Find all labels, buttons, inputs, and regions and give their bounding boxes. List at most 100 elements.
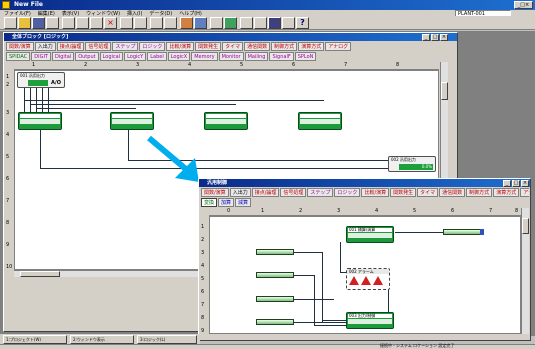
output-block[interactable]: 002 汎用出力 0.0% bbox=[388, 156, 436, 172]
front-tab-contact[interactable]: 接点/論理 bbox=[251, 188, 280, 197]
front-tab-logic[interactable]: ロジック bbox=[334, 188, 361, 197]
open-folder-icon[interactable] bbox=[18, 17, 31, 29]
back-tab-func[interactable]: 関数/演算 bbox=[6, 42, 34, 51]
back-vscroll-thumb[interactable] bbox=[441, 82, 448, 100]
front-tab-analog[interactable]: アナログ bbox=[520, 188, 529, 197]
app-window-controls[interactable]: _□× bbox=[514, 1, 533, 9]
help-icon[interactable]: ? bbox=[296, 17, 309, 29]
front-vscroll[interactable] bbox=[521, 208, 529, 334]
table-icon[interactable] bbox=[254, 17, 267, 29]
paste-icon[interactable] bbox=[90, 17, 103, 29]
front-tab-calc[interactable]: 演算方式 bbox=[493, 188, 520, 197]
front-subtab-add[interactable]: 加算 bbox=[218, 198, 235, 207]
back-subtab[interactable]: Digital bbox=[51, 52, 75, 61]
back-window-close[interactable]: × bbox=[440, 34, 448, 41]
mdi-task-1[interactable]: 1:プロジェクト(W) bbox=[3, 335, 67, 344]
back-row-number: 3 bbox=[6, 110, 10, 116]
front-subtab-convert[interactable]: 変換 bbox=[201, 198, 218, 207]
back-tab-signal[interactable]: 信号処理 bbox=[85, 42, 112, 51]
status-text: 接続中 - システム ロケーション 設定完了 bbox=[380, 343, 455, 348]
back-tab-compare[interactable]: 比較/演算 bbox=[166, 42, 195, 51]
wire bbox=[40, 168, 388, 169]
back-subtab[interactable]: Label bbox=[147, 52, 167, 61]
back-subtab[interactable]: Memory bbox=[191, 52, 218, 61]
cut-icon[interactable] bbox=[62, 17, 75, 29]
wire bbox=[314, 325, 346, 326]
new-file-icon[interactable] bbox=[4, 17, 17, 29]
front-subtab-sub[interactable]: 減算 bbox=[235, 198, 252, 207]
front-window-minimize[interactable]: _ bbox=[503, 180, 511, 187]
back-subtab[interactable]: Output bbox=[75, 52, 99, 61]
back-tab-io[interactable]: 入出力 bbox=[34, 42, 56, 51]
back-subtab[interactable]: SPLoN bbox=[294, 52, 317, 61]
logic-block-1[interactable] bbox=[18, 112, 62, 130]
back-window-maximize[interactable]: □ bbox=[431, 34, 439, 41]
mdi-task-2[interactable]: 2:ウィンドウ表示 bbox=[70, 335, 134, 344]
delete-icon[interactable]: × bbox=[104, 17, 117, 29]
input-connector-3[interactable] bbox=[256, 296, 294, 302]
back-tab-calc[interactable]: 演算方式 bbox=[298, 42, 325, 51]
back-tab-analog[interactable]: アナログ bbox=[325, 42, 352, 51]
back-tab-timer[interactable]: タイマ bbox=[222, 42, 244, 51]
grid-icon[interactable] bbox=[194, 17, 207, 29]
logic-block-4[interactable] bbox=[298, 112, 342, 130]
back-subtab[interactable]: Mailing bbox=[244, 52, 269, 61]
back-ruler-tick: 5 bbox=[240, 62, 244, 68]
zoom-in-icon[interactable] bbox=[150, 17, 163, 29]
back-tab-comm[interactable]: 通信関数 bbox=[244, 42, 271, 51]
logic-block-3[interactable] bbox=[204, 112, 248, 130]
input-connector-2[interactable] bbox=[256, 272, 294, 278]
front-tab-compare[interactable]: 比較/演算 bbox=[361, 188, 390, 197]
front-tab-io[interactable]: 入出力 bbox=[229, 188, 251, 197]
front-block-top[interactable]: 001 積算/演算 bbox=[346, 226, 394, 243]
zoom-out-icon[interactable] bbox=[164, 17, 177, 29]
arrow-tool-icon[interactable] bbox=[224, 17, 237, 29]
back-hscroll-thumb[interactable] bbox=[20, 271, 60, 277]
front-tab-timer[interactable]: タイマ bbox=[417, 188, 439, 197]
back-tab-step[interactable]: ステップ bbox=[112, 42, 139, 51]
ao-block[interactable]: 001 汎用出力 A/O bbox=[17, 72, 65, 88]
front-window-close[interactable]: × bbox=[521, 180, 529, 187]
properties-icon[interactable] bbox=[282, 17, 295, 29]
copy-icon[interactable] bbox=[76, 17, 89, 29]
front-tab-func[interactable]: 関数/演算 bbox=[201, 188, 229, 197]
back-subtab[interactable]: LogicY bbox=[124, 52, 147, 61]
back-tab-contact[interactable]: 接点/論理 bbox=[56, 42, 85, 51]
front-window-maximize[interactable]: □ bbox=[512, 180, 520, 187]
front-vscroll-thumb[interactable] bbox=[522, 218, 529, 234]
front-block-alarm[interactable]: 002 アラーム bbox=[346, 268, 390, 290]
redo-icon[interactable] bbox=[134, 17, 147, 29]
input-connector-4[interactable] bbox=[256, 319, 294, 325]
front-tab-step[interactable]: ステップ bbox=[307, 188, 334, 197]
mdi-task-3[interactable]: 3:ロジック(L) bbox=[137, 335, 197, 344]
back-subtab[interactable]: Logical bbox=[99, 52, 124, 61]
chart-icon[interactable] bbox=[240, 17, 253, 29]
front-tab-signal[interactable]: 信号処理 bbox=[280, 188, 307, 197]
save-icon[interactable] bbox=[32, 17, 45, 29]
back-subtab[interactable]: SignalF bbox=[269, 52, 294, 61]
link-icon[interactable] bbox=[210, 17, 223, 29]
wire bbox=[40, 128, 41, 168]
wire bbox=[30, 104, 236, 105]
edit-icon[interactable] bbox=[180, 17, 193, 29]
back-tab-control[interactable]: 制御方式 bbox=[271, 42, 298, 51]
print-icon[interactable] bbox=[46, 17, 59, 29]
wire bbox=[36, 108, 136, 109]
back-ruler-tick: 1 bbox=[32, 62, 36, 68]
monitor-icon[interactable] bbox=[268, 17, 281, 29]
input-connector-1[interactable] bbox=[256, 249, 294, 255]
back-subtab[interactable]: Monitor bbox=[218, 52, 244, 61]
back-subtab[interactable]: SPIDAC bbox=[6, 52, 31, 61]
front-tab-comm[interactable]: 通信関数 bbox=[439, 188, 466, 197]
back-window-minimize[interactable]: _ bbox=[422, 34, 430, 41]
output-connector[interactable] bbox=[443, 229, 483, 235]
back-subtab[interactable]: LogicX bbox=[167, 52, 191, 61]
front-tab-funcgen[interactable]: 関数発生 bbox=[390, 188, 417, 197]
undo-icon[interactable] bbox=[120, 17, 133, 29]
back-tab-funcgen[interactable]: 関数発生 bbox=[195, 42, 222, 51]
back-tab-logic[interactable]: ロジック bbox=[139, 42, 166, 51]
back-subtab[interactable]: DIGIT bbox=[31, 52, 51, 61]
front-tab-control[interactable]: 制御方式 bbox=[466, 188, 493, 197]
logic-block-2[interactable] bbox=[110, 112, 154, 130]
front-block-bottom[interactable]: 003 出力/制御 bbox=[346, 312, 394, 329]
